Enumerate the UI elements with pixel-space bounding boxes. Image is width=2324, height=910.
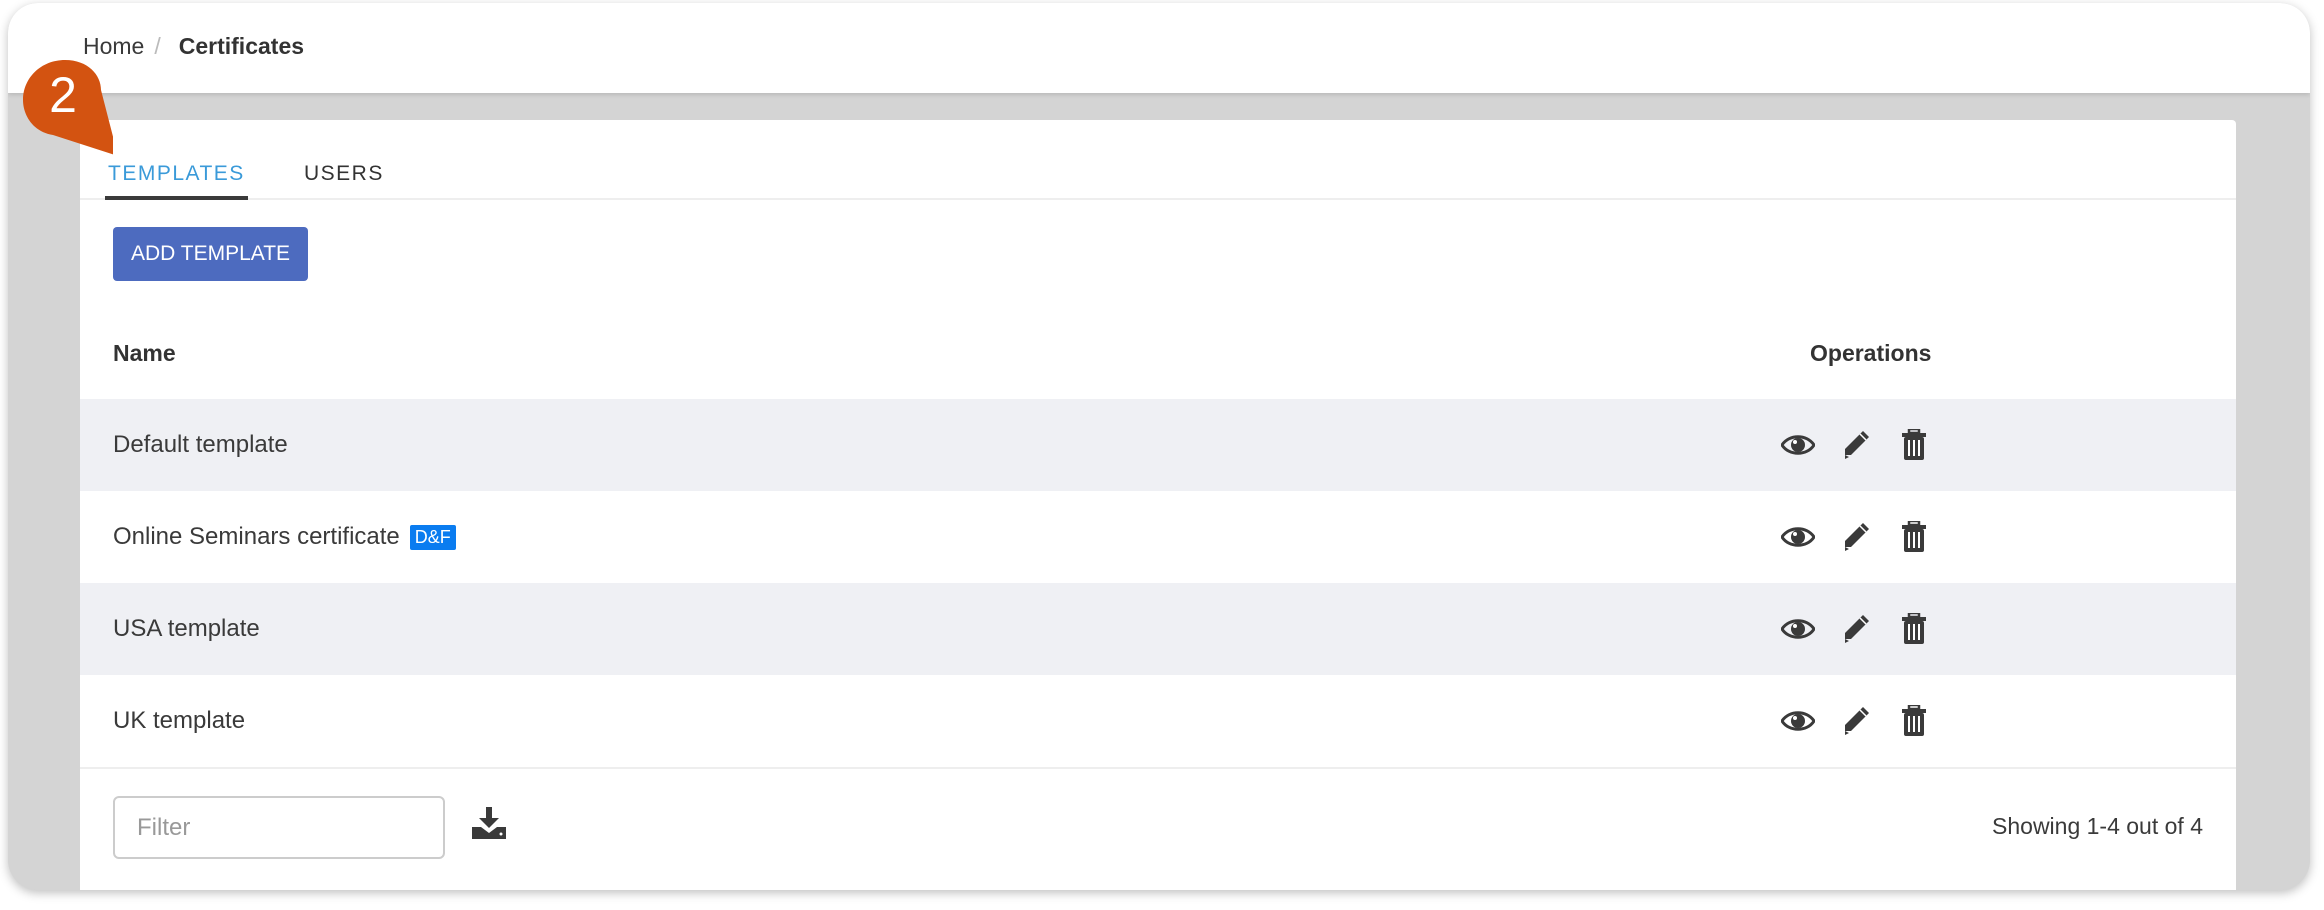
row-operations (1780, 428, 1932, 462)
table-row: USA template (80, 583, 2236, 675)
trash-icon[interactable] (1896, 520, 1932, 554)
tab-users[interactable]: USERS (304, 162, 384, 196)
download-icon[interactable] (472, 807, 506, 844)
template-table: Default template Online Seminars certific… (80, 399, 2236, 767)
table-row: UK template (80, 675, 2236, 767)
eye-icon[interactable] (1780, 612, 1816, 646)
eye-icon[interactable] (1780, 520, 1816, 554)
breadcrumb-separator: / (154, 33, 161, 59)
step-marker: 2 (23, 60, 113, 155)
column-header-name: Name (113, 340, 176, 366)
tab-bar: TEMPLATES USERS (80, 120, 2236, 200)
pencil-icon[interactable] (1838, 612, 1874, 646)
breadcrumb-home[interactable]: Home (83, 33, 144, 60)
tab-templates[interactable]: TEMPLATES (105, 162, 248, 200)
table-row: Default template (80, 399, 2236, 491)
table-row: Online Seminars certificate D&F (80, 491, 2236, 583)
template-name: UK template (113, 707, 245, 735)
template-name: Online Seminars certificate D&F (113, 523, 456, 551)
pagination-status: Showing 1-4 out of 4 (1992, 813, 2203, 839)
table-footer: Showing 1-4 out of 4 (80, 767, 2236, 887)
eye-icon[interactable] (1780, 704, 1816, 738)
row-operations (1780, 612, 1932, 646)
top-bar: Home / Certificates (8, 3, 2310, 93)
template-badge: D&F (409, 524, 456, 550)
trash-icon[interactable] (1896, 612, 1932, 646)
app-window: Home / Certificates TEMPLATES USERS ADD … (8, 3, 2310, 890)
template-name-text: USA template (113, 615, 260, 642)
breadcrumb-current: Certificates (178, 33, 305, 59)
eye-icon[interactable] (1780, 428, 1816, 462)
trash-icon[interactable] (1896, 428, 1932, 462)
templates-card: TEMPLATES USERS ADD TEMPLATE Name Operat… (80, 120, 2236, 890)
pencil-icon[interactable] (1838, 520, 1874, 554)
row-operations (1780, 704, 1932, 738)
add-template-button[interactable]: ADD TEMPLATE (113, 227, 308, 281)
step-number: 2 (49, 67, 77, 123)
template-name-text: UK template (113, 707, 246, 734)
breadcrumb: Home / Certificates (83, 33, 304, 60)
template-name: Default template (113, 431, 288, 459)
filter-input[interactable] (113, 796, 445, 859)
template-name-text: Online Seminars certificate (113, 523, 400, 550)
template-name-text: Default template (113, 431, 288, 458)
column-header-operations: Operations (1810, 340, 1932, 366)
pencil-icon[interactable] (1838, 704, 1874, 738)
pencil-icon[interactable] (1838, 428, 1874, 462)
trash-icon[interactable] (1896, 704, 1932, 738)
row-operations (1780, 520, 1932, 554)
template-name: USA template (113, 615, 260, 643)
